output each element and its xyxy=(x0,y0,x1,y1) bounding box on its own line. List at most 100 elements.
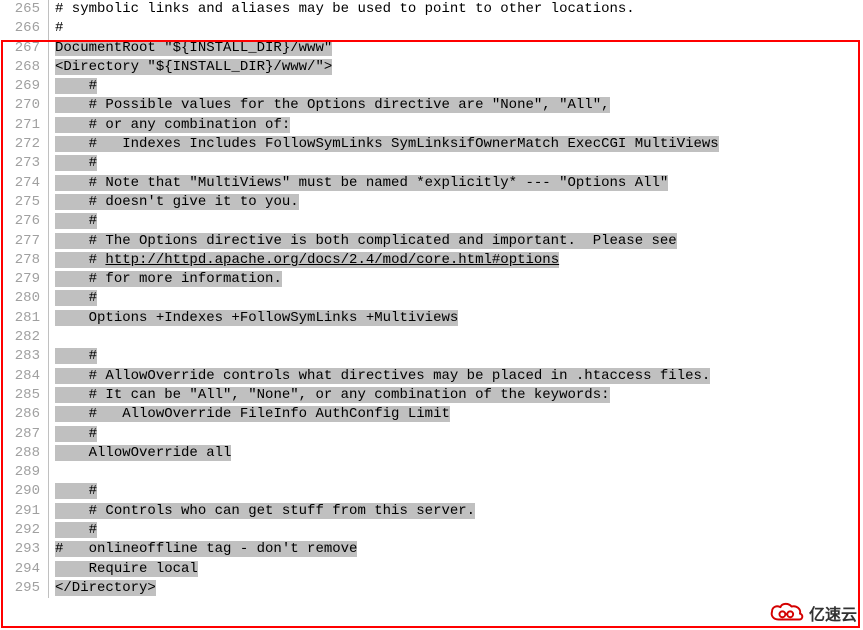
code-link: http://httpd.apache.org/docs/2.4/mod/cor… xyxy=(105,252,559,268)
line-number: 269 xyxy=(0,77,48,96)
code-editor[interactable]: 265# symbolic links and aliases may be u… xyxy=(0,0,863,598)
code-line[interactable]: 268<Directory "${INSTALL_DIR}/www/"> xyxy=(0,58,863,77)
code-text: # AllowOverride controls what directives… xyxy=(89,368,711,384)
code-line[interactable]: 289 xyxy=(0,463,863,482)
code-content[interactable]: # Note that "MultiViews" must be named *… xyxy=(49,174,863,193)
code-text: # AllowOverride FileInfo AuthConfig Limi… xyxy=(89,406,450,422)
line-number: 270 xyxy=(0,96,48,115)
code-line[interactable]: 274 # Note that "MultiViews" must be nam… xyxy=(0,174,863,193)
code-line[interactable]: 272 # Indexes Includes FollowSymLinks Sy… xyxy=(0,135,863,154)
code-content[interactable]: # or any combination of: xyxy=(49,116,863,135)
code-line[interactable]: 290 # xyxy=(0,482,863,501)
code-content[interactable]: # doesn't give it to you. xyxy=(49,193,863,212)
code-text xyxy=(55,78,89,94)
code-content[interactable]: # xyxy=(49,347,863,366)
code-content[interactable]: Options +Indexes +FollowSymLinks +Multiv… xyxy=(49,309,863,328)
code-content[interactable]: # Indexes Includes FollowSymLinks SymLin… xyxy=(49,135,863,154)
line-number: 287 xyxy=(0,425,48,444)
code-text xyxy=(55,213,89,229)
code-line[interactable]: 280 # xyxy=(0,289,863,308)
line-number: 291 xyxy=(0,502,48,521)
code-text: </Directory> xyxy=(55,580,156,596)
code-line[interactable]: 276 # xyxy=(0,212,863,231)
code-text xyxy=(55,426,89,442)
code-line[interactable]: 286 # AllowOverride FileInfo AuthConfig … xyxy=(0,405,863,424)
code-content[interactable]: # xyxy=(49,19,863,38)
line-number: 277 xyxy=(0,232,48,251)
code-line[interactable]: 269 # xyxy=(0,77,863,96)
code-content[interactable]: # xyxy=(49,521,863,540)
line-number: 276 xyxy=(0,212,48,231)
code-line[interactable]: 271 # or any combination of: xyxy=(0,116,863,135)
code-content[interactable]: # xyxy=(49,212,863,231)
line-number: 285 xyxy=(0,386,48,405)
code-line[interactable]: 267 DocumentRoot "${INSTALL_DIR}/www" xyxy=(0,39,863,58)
code-content[interactable]: # onlineoffline tag - don't remove xyxy=(49,540,863,559)
code-text: # symbolic links and aliases may be used… xyxy=(55,1,635,17)
line-number: 283 xyxy=(0,347,48,366)
code-line[interactable]: 295 </Directory> xyxy=(0,579,863,598)
code-content[interactable]: # xyxy=(49,289,863,308)
code-content[interactable]: <Directory "${INSTALL_DIR}/www/"> xyxy=(49,58,863,77)
line-number: 274 xyxy=(0,174,48,193)
code-content[interactable] xyxy=(49,328,863,347)
code-line[interactable]: 287 # xyxy=(0,425,863,444)
code-line[interactable]: 275 # doesn't give it to you. xyxy=(0,193,863,212)
code-line[interactable]: 273 # xyxy=(0,154,863,173)
code-text xyxy=(55,445,89,461)
code-content[interactable]: # xyxy=(49,425,863,444)
code-text xyxy=(55,136,89,152)
code-line[interactable]: 284 # AllowOverride controls what direct… xyxy=(0,367,863,386)
code-content[interactable]: </Directory> xyxy=(49,579,863,598)
code-line[interactable]: 278 # http://httpd.apache.org/docs/2.4/m… xyxy=(0,251,863,270)
code-content[interactable]: AllowOverride all xyxy=(49,444,863,463)
code-text: # xyxy=(89,426,97,442)
code-line[interactable]: 283 # xyxy=(0,347,863,366)
code-content[interactable]: DocumentRoot "${INSTALL_DIR}/www" xyxy=(49,39,863,58)
code-text xyxy=(55,117,89,133)
code-line[interactable]: 277 # The Options directive is both comp… xyxy=(0,232,863,251)
code-text xyxy=(55,252,89,268)
code-content[interactable]: # AllowOverride FileInfo AuthConfig Limi… xyxy=(49,405,863,424)
code-text: # xyxy=(89,348,97,364)
code-text: Require local xyxy=(89,561,198,577)
code-line[interactable]: 288 AllowOverride all xyxy=(0,444,863,463)
code-content[interactable]: # xyxy=(49,77,863,96)
code-text: DocumentRoot "${INSTALL_DIR}/www" xyxy=(55,40,332,56)
code-text: # Controls who can get stuff from this s… xyxy=(89,503,475,519)
code-line[interactable]: 270 # Possible values for the Options di… xyxy=(0,96,863,115)
code-content[interactable]: # AllowOverride controls what directives… xyxy=(49,367,863,386)
code-line[interactable]: 266# xyxy=(0,19,863,38)
code-content[interactable]: # http://httpd.apache.org/docs/2.4/mod/c… xyxy=(49,251,863,270)
code-content[interactable]: # symbolic links and aliases may be used… xyxy=(49,0,863,19)
code-line[interactable]: 285 # It can be "All", "None", or any co… xyxy=(0,386,863,405)
line-number: 273 xyxy=(0,154,48,173)
code-text xyxy=(55,290,89,306)
code-text: # xyxy=(89,213,97,229)
code-line[interactable]: 291 # Controls who can get stuff from th… xyxy=(0,502,863,521)
code-content[interactable]: # xyxy=(49,482,863,501)
code-content[interactable]: # The Options directive is both complica… xyxy=(49,232,863,251)
code-content[interactable] xyxy=(49,463,863,482)
code-line[interactable]: 279 # for more information. xyxy=(0,270,863,289)
line-number: 275 xyxy=(0,193,48,212)
code-line[interactable]: 265# symbolic links and aliases may be u… xyxy=(0,0,863,19)
code-text: # Indexes Includes FollowSymLinks SymLin… xyxy=(89,136,719,152)
code-content[interactable]: # Controls who can get stuff from this s… xyxy=(49,502,863,521)
code-line[interactable]: 281 Options +Indexes +FollowSymLinks +Mu… xyxy=(0,309,863,328)
code-line[interactable]: 294 Require local xyxy=(0,560,863,579)
code-content[interactable]: # It can be "All", "None", or any combin… xyxy=(49,386,863,405)
code-line[interactable]: 282 xyxy=(0,328,863,347)
code-content[interactable]: # xyxy=(49,154,863,173)
line-number: 267 xyxy=(0,39,48,58)
code-line[interactable]: 292 # xyxy=(0,521,863,540)
code-text: # xyxy=(89,78,97,94)
code-line[interactable]: 293# onlineoffline tag - don't remove xyxy=(0,540,863,559)
code-content[interactable]: # Possible values for the Options direct… xyxy=(49,96,863,115)
code-text: # or any combination of: xyxy=(89,117,291,133)
code-content[interactable]: # for more information. xyxy=(49,270,863,289)
line-number: 281 xyxy=(0,309,48,328)
line-number: 295 xyxy=(0,579,48,598)
code-content[interactable]: Require local xyxy=(49,560,863,579)
code-text: # xyxy=(89,522,97,538)
